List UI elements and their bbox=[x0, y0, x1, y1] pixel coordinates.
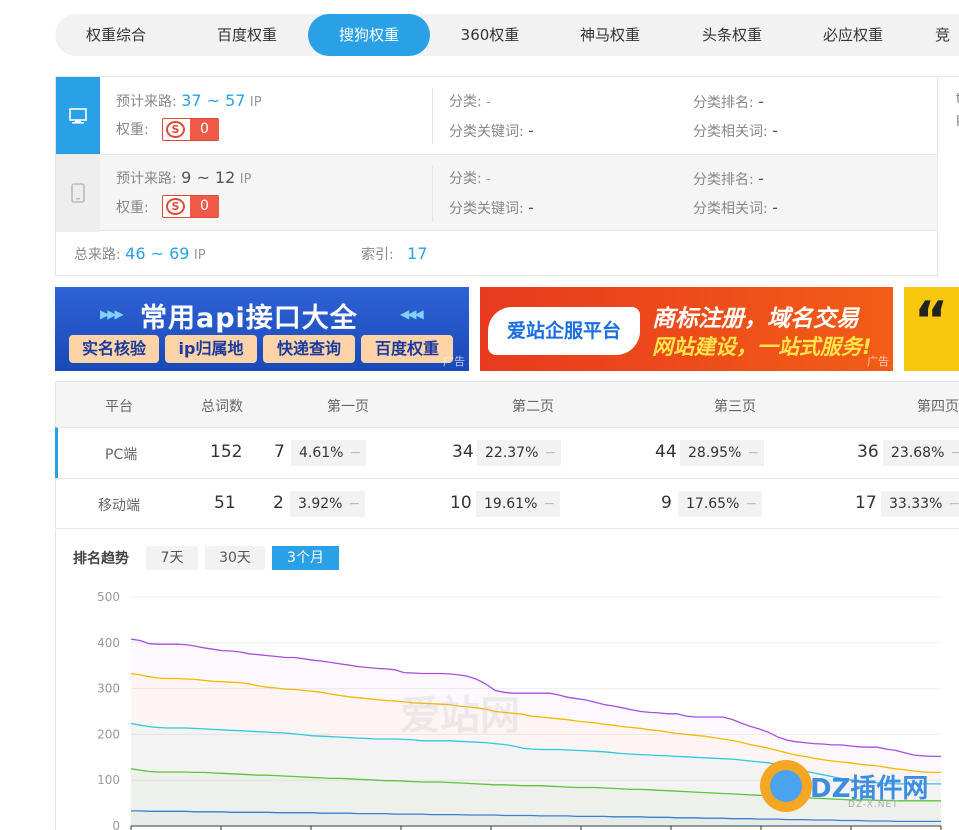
keyword-ranking-table: 平台 总词数 第一页 第二页 第三页 第四页 PC端 152 7 4.61% − … bbox=[55, 381, 959, 529]
dash-icon: − bbox=[948, 496, 959, 512]
sogou-mobile-weight-badge: S0 bbox=[162, 195, 219, 218]
banner-pill: 百度权重 bbox=[361, 335, 453, 363]
mobile-category: 分类: - bbox=[449, 171, 491, 187]
right-partial-column: t k bbox=[937, 77, 959, 277]
tab-weight-overview[interactable]: 权重综合 bbox=[55, 14, 177, 56]
dash-icon: − bbox=[950, 445, 959, 461]
tab-360-weight[interactable]: 360权重 bbox=[429, 14, 551, 56]
table-row: PC端 152 7 4.61% − 34 22.37% − 44 28.95% − 3… bbox=[55, 427, 959, 478]
y-tick-label: 400 bbox=[97, 636, 120, 650]
desktop-icon bbox=[56, 77, 100, 154]
arrow-right-icon: ▶▶▶ bbox=[100, 307, 124, 321]
pc-weight-label: 权重: bbox=[116, 122, 149, 138]
y-tick-label: 500 bbox=[97, 590, 120, 604]
pc-category: 分类: - bbox=[449, 94, 491, 110]
y-tick-label: 200 bbox=[97, 727, 120, 741]
pc-category-rank: 分类排名: - bbox=[693, 92, 764, 111]
dz-logo: DZ插件网 DZ-X.NET bbox=[760, 760, 959, 830]
tab-competition[interactable]: 竞 bbox=[935, 14, 959, 56]
aizhan-services-ad-banner[interactable]: 爱站企服平台 商标注册，域名交易 网站建设，一站式服务! 广告 bbox=[480, 287, 893, 371]
mobile-weight-label: 权重: bbox=[116, 200, 149, 216]
ad-label: 广告 bbox=[443, 355, 465, 368]
weight-tabs: 权重综合 百度权重 搜狗权重 360权重 神马权重 头条权重 必应权重 竞 bbox=[55, 14, 959, 56]
y-tick-label: 100 bbox=[97, 773, 120, 787]
dash-icon: − bbox=[349, 445, 362, 461]
pc-category-keyword: 分类关键词: - bbox=[449, 121, 534, 140]
tab-shenma-weight[interactable]: 神马权重 bbox=[549, 14, 671, 56]
sogou-s-icon: S bbox=[166, 121, 185, 138]
pc-traffic-value: 37 ~ 57 bbox=[181, 91, 246, 110]
mobile-icon bbox=[56, 155, 100, 232]
dash-icon: − bbox=[348, 496, 361, 512]
sogou-weight-badge: S0 bbox=[162, 118, 219, 141]
dash-icon: − bbox=[543, 496, 556, 512]
trend-label: 排名趋势 bbox=[73, 551, 129, 567]
arrow-left-icon: ◀◀◀ bbox=[400, 307, 424, 321]
pc-row: 预计来路: 37 ~ 57 IP 权重: S0 分类: - 分类关键词: - 分… bbox=[56, 77, 937, 154]
ad-label: 广告 bbox=[867, 355, 889, 368]
pc-traffic: 预计来路: 37 ~ 57 IP bbox=[116, 91, 262, 110]
mobile-traffic: 预计来路: 9 ~ 12 IP bbox=[116, 168, 252, 187]
mobile-category-related: 分类相关词: - bbox=[693, 198, 778, 217]
aizhan-watermark: 爱站网 bbox=[400, 693, 520, 739]
range-7-days[interactable]: 7天 bbox=[146, 546, 198, 570]
rank-percent: 19.61% − bbox=[476, 491, 560, 517]
tab-baidu-weight[interactable]: 百度权重 bbox=[186, 14, 308, 56]
dash-icon: − bbox=[745, 496, 758, 512]
rank-percent: 17.65% − bbox=[678, 491, 762, 517]
mobile-category-keyword: 分类关键词: - bbox=[449, 198, 534, 217]
rank-percent: 3.92% − bbox=[290, 491, 365, 517]
table-row: 移动端 51 2 3.92% − 10 19.61% − 9 17.65% − 17 … bbox=[56, 478, 959, 529]
index-count: 索引: 17 bbox=[361, 244, 428, 263]
pc-category-related: 分类相关词: - bbox=[693, 121, 778, 140]
mobile-traffic-value: 9 ~ 12 bbox=[181, 168, 236, 187]
rank-percent: 23.68% − bbox=[883, 440, 959, 466]
banner-pill: ip归属地 bbox=[165, 335, 257, 363]
y-tick-label: 0 bbox=[112, 819, 120, 830]
y-tick-label: 300 bbox=[97, 682, 120, 696]
divider bbox=[432, 166, 433, 222]
rank-percent: 33.33% − bbox=[881, 491, 959, 517]
mobile-row: 预计来路: 9 ~ 12 IP 权重: S0 分类: - 分类关键词: - 分类… bbox=[56, 154, 937, 232]
divider bbox=[432, 88, 433, 144]
range-30-days[interactable]: 30天 bbox=[205, 546, 265, 570]
table-header: 平台 总词数 第一页 第二页 第三页 第四页 bbox=[56, 382, 959, 427]
tab-bing-weight[interactable]: 必应权重 bbox=[792, 14, 914, 56]
tab-toutiao-weight[interactable]: 头条权重 bbox=[671, 14, 793, 56]
tab-sogou-weight[interactable]: 搜狗权重 bbox=[308, 14, 430, 56]
weight-info-panel: 预计来路: 37 ~ 57 IP 权重: S0 分类: - 分类关键词: - 分… bbox=[55, 76, 959, 277]
mobile-category-rank: 分类排名: - bbox=[693, 169, 764, 188]
total-traffic: 总来路: 46 ~ 69 IP bbox=[74, 244, 206, 263]
banner-pill: 快递查询 bbox=[263, 335, 355, 363]
rank-percent: 22.37% − bbox=[477, 440, 561, 466]
dash-icon: − bbox=[544, 445, 557, 461]
third-ad-banner[interactable]: “ bbox=[904, 287, 959, 371]
rank-percent: 28.95% − bbox=[680, 440, 764, 466]
range-3-months[interactable]: 3个月 bbox=[272, 546, 339, 570]
banner-pill: 实名核验 bbox=[69, 335, 159, 363]
rank-percent: 4.61% − bbox=[291, 440, 366, 466]
dash-icon: − bbox=[747, 445, 760, 461]
sogou-s-icon: S bbox=[166, 198, 185, 215]
api-ad-banner[interactable]: ▶▶▶ 常用api接口大全 ◀◀◀ 实名核验 ip归属地 快递查询 百度权重 广… bbox=[55, 287, 469, 371]
